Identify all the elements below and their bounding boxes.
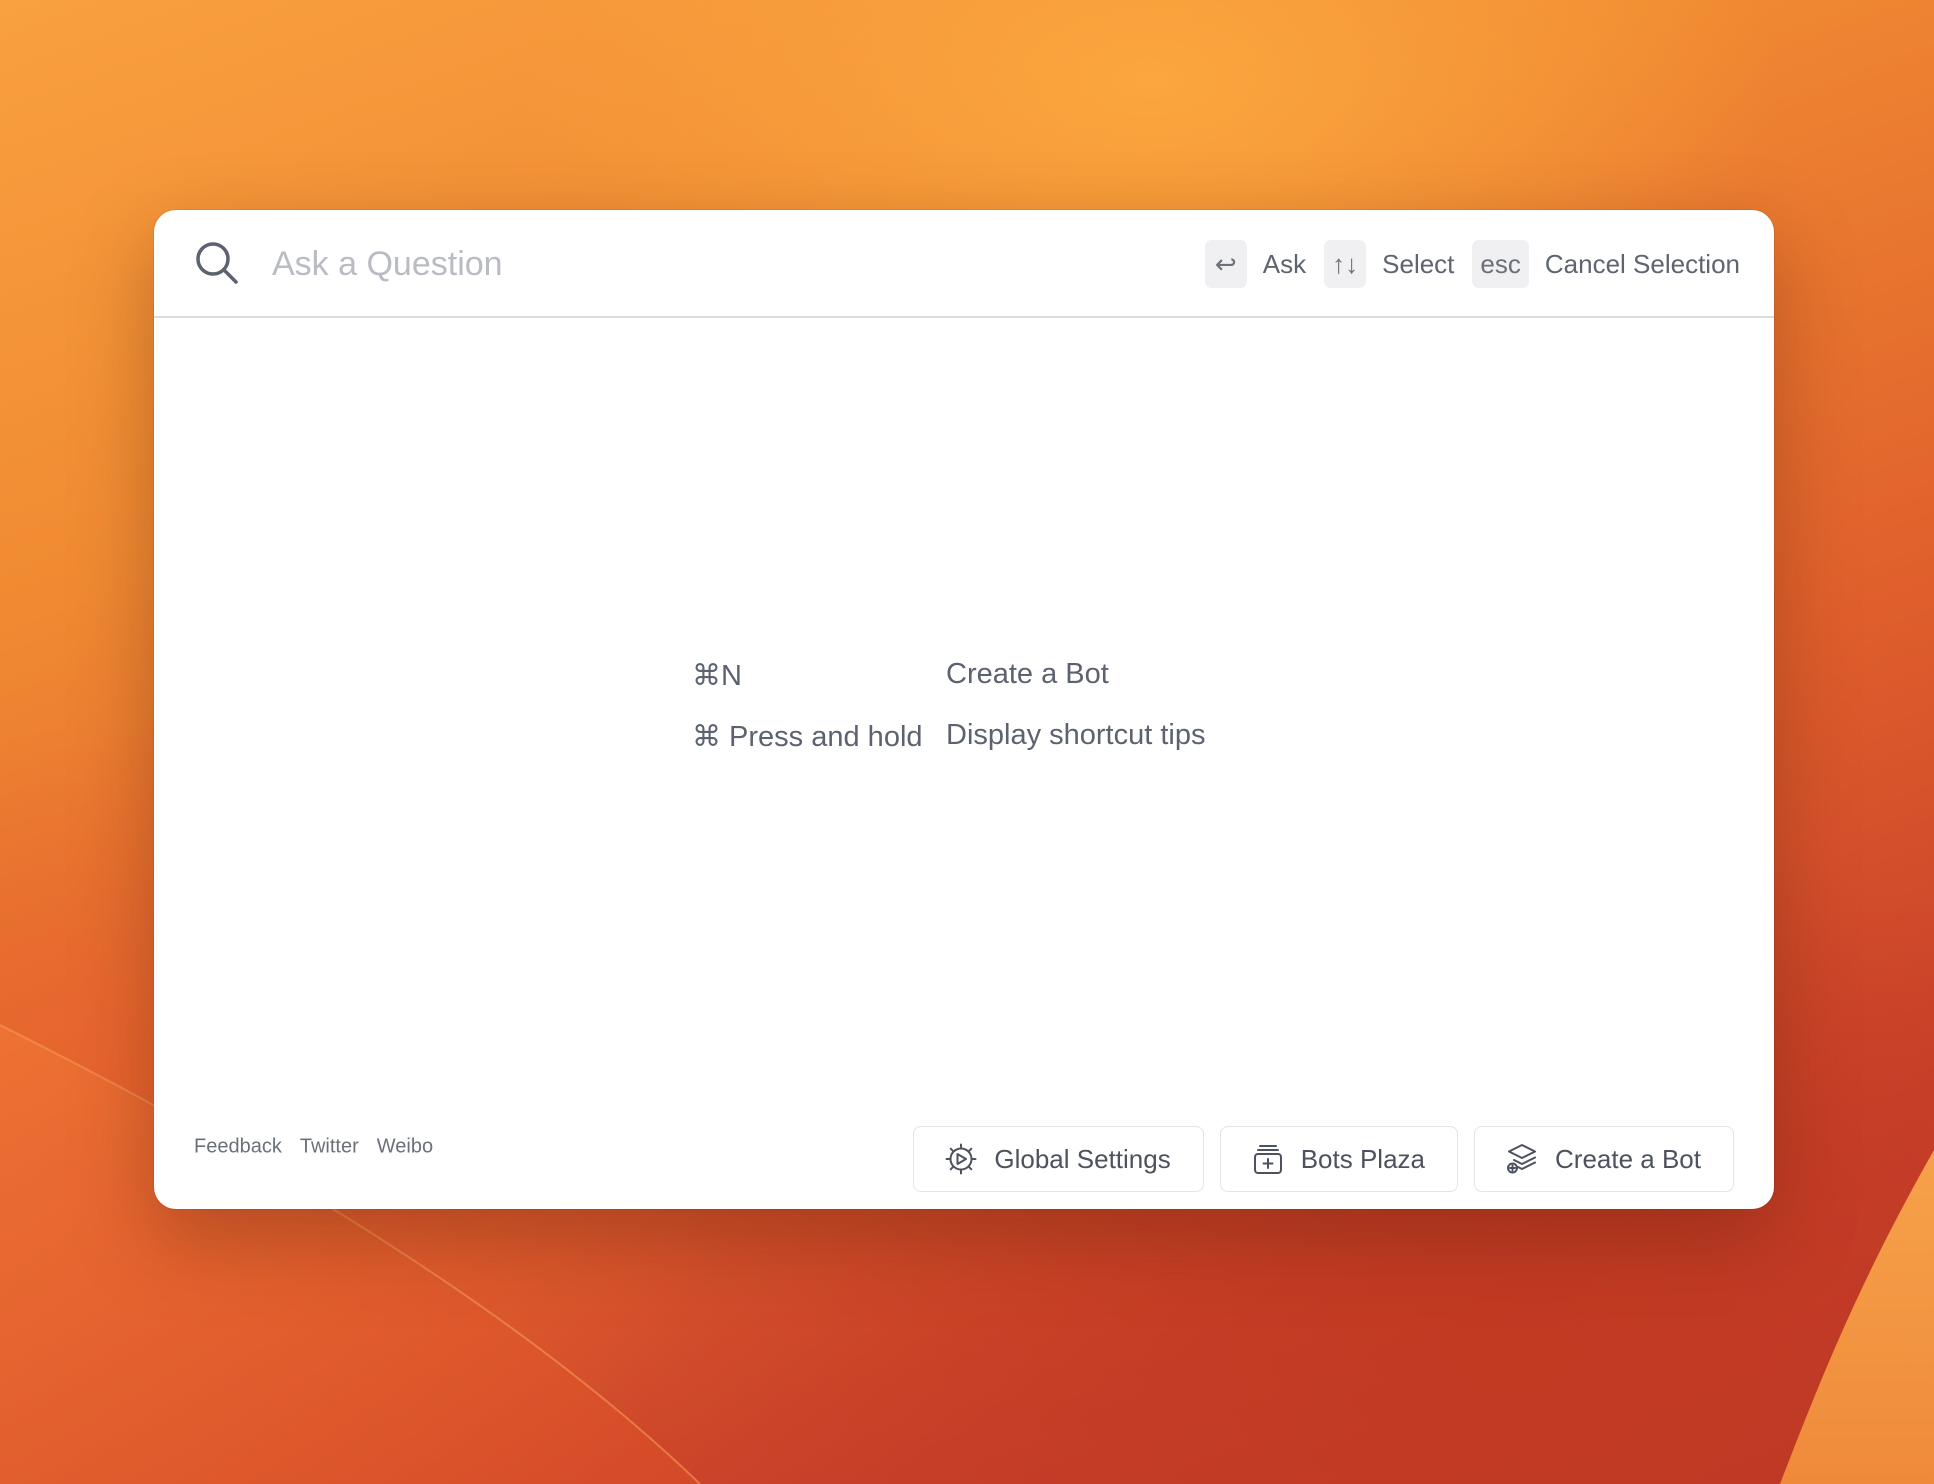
shortcut-keys: ⌘ Press and hold bbox=[692, 721, 923, 753]
shortcut-keys: ⌘N bbox=[692, 660, 742, 692]
select-hint-label: Select bbox=[1382, 248, 1455, 279]
twitter-link[interactable]: Twitter bbox=[300, 1136, 359, 1159]
search-input[interactable] bbox=[270, 238, 974, 290]
weibo-link[interactable]: Weibo bbox=[377, 1136, 433, 1159]
arrow-keys-hint: ↑↓ bbox=[1324, 240, 1367, 288]
keyboard-hints: ↩ Ask ↑↓ Select esc Cancel Selection bbox=[1204, 240, 1742, 288]
search-bar: ↩ Ask ↑↓ Select esc Cancel Selection bbox=[154, 210, 1774, 318]
feedback-link[interactable]: Feedback bbox=[194, 1136, 282, 1159]
esc-key-hint: esc bbox=[1472, 240, 1529, 288]
bots-plaza-label: Bots Plaza bbox=[1300, 1143, 1426, 1174]
app-window: ↩ Ask ↑↓ Select esc Cancel Selection ⌘N … bbox=[154, 210, 1774, 1209]
settings-gear-icon bbox=[944, 1142, 978, 1176]
shortcut-tips: ⌘N Create a Bot ⌘ Press and hold Display… bbox=[692, 658, 1206, 754]
global-settings-label: Global Settings bbox=[994, 1143, 1171, 1174]
create-bot-icon bbox=[1505, 1142, 1539, 1176]
enter-key-hint: ↩ bbox=[1204, 240, 1247, 288]
footer-links: Feedback Twitter Weibo bbox=[194, 1136, 433, 1159]
ask-hint-label: Ask bbox=[1262, 248, 1307, 279]
create-bot-label: Create a Bot bbox=[1555, 1143, 1701, 1174]
footer-buttons: Global Settings Bots Plaza Create a Bot bbox=[913, 1126, 1734, 1192]
shortcut-action: Create a Bot bbox=[946, 658, 1109, 690]
create-bot-button[interactable]: Create a Bot bbox=[1474, 1126, 1734, 1192]
bots-plaza-button[interactable]: Bots Plaza bbox=[1219, 1126, 1459, 1192]
bots-plaza-icon bbox=[1251, 1142, 1285, 1176]
cancel-selection-hint-label: Cancel Selection bbox=[1544, 248, 1740, 279]
search-icon bbox=[194, 240, 240, 286]
global-settings-button[interactable]: Global Settings bbox=[913, 1126, 1204, 1192]
shortcut-action: Display shortcut tips bbox=[946, 719, 1206, 751]
